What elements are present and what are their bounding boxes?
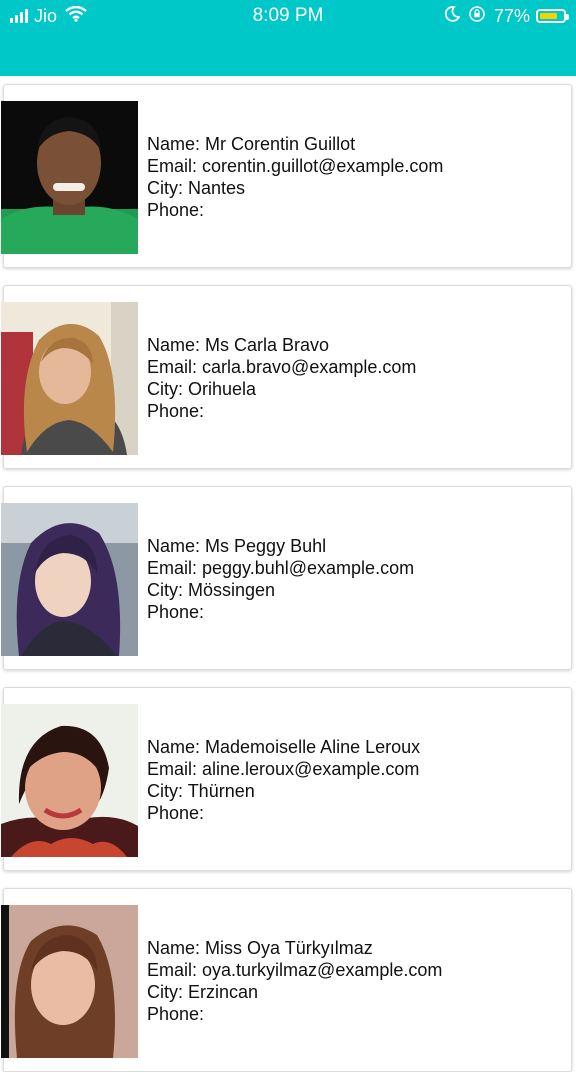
email-label: Email:	[147, 759, 203, 779]
status-bar: Jio 8:09 PM 77%	[0, 0, 576, 76]
name-label: Name:	[147, 938, 206, 958]
contact-card[interactable]: Name: Ms Peggy Buhl Email: peggy.buhl@ex…	[1, 486, 572, 670]
phone-label: Phone:	[147, 401, 205, 421]
contact-name: Mr Corentin Guillot	[205, 134, 356, 154]
phone-line: Phone:	[147, 199, 443, 221]
name-label: Name:	[147, 134, 206, 154]
phone-label: Phone:	[147, 602, 205, 622]
name-label: Name:	[147, 536, 206, 556]
city-label: City:	[147, 781, 188, 801]
contact-email: peggy.buhl@example.com	[202, 558, 415, 578]
avatar	[1, 503, 138, 656]
contact-city: Mössingen	[188, 580, 276, 600]
name-label: Name:	[147, 335, 206, 355]
phone-line: Phone:	[147, 802, 420, 824]
contact-email: oya.turkyilmaz@example.com	[202, 960, 443, 980]
contact-email: corentin.guillot@example.com	[202, 156, 444, 176]
moon-icon	[444, 5, 461, 27]
email-line: Email: aline.leroux@example.com	[147, 758, 420, 780]
contact-card[interactable]: Name: Mr Corentin Guillot Email: corenti…	[1, 84, 572, 268]
battery-fill	[540, 13, 557, 19]
email-line: Email: peggy.buhl@example.com	[147, 557, 414, 579]
email-label: Email:	[147, 156, 203, 176]
phone-label: Phone:	[147, 200, 205, 220]
email-line: Email: oya.turkyilmaz@example.com	[147, 959, 442, 981]
name-label: Name:	[147, 737, 206, 757]
avatar	[1, 704, 138, 857]
email-label: Email:	[147, 960, 203, 980]
city-label: City:	[147, 178, 189, 198]
phone-line: Phone:	[147, 1003, 442, 1025]
contact-name: Ms Carla Bravo	[205, 335, 330, 355]
email-label: Email:	[147, 357, 203, 377]
contact-name: Miss Oya Türkyılmaz	[205, 938, 373, 958]
name-line: Name: Miss Oya Türkyılmaz	[147, 937, 442, 959]
contact-card[interactable]: Name: Miss Oya Türkyılmaz Email: oya.tur…	[1, 888, 572, 1072]
contact-card[interactable]: Name: Mademoiselle Aline Leroux Email: a…	[1, 687, 572, 871]
city-line: City: Nantes	[147, 177, 443, 199]
contact-email: aline.leroux@example.com	[202, 759, 420, 779]
phone-label: Phone:	[147, 803, 205, 823]
contact-city: Erzincan	[188, 982, 259, 1002]
contact-city: Nantes	[188, 178, 246, 198]
contact-city: Thürnen	[187, 781, 255, 801]
avatar	[1, 101, 138, 254]
contact-card[interactable]: Name: Ms Carla Bravo Email: carla.bravo@…	[1, 285, 572, 469]
phone-line: Phone:	[147, 400, 416, 422]
city-label: City:	[147, 379, 189, 399]
city-line: City: Mössingen	[147, 579, 414, 601]
name-line: Name: Ms Peggy Buhl	[147, 535, 414, 557]
avatar	[1, 302, 138, 455]
contact-info: Name: Mademoiselle Aline Leroux Email: a…	[147, 736, 420, 824]
city-line: City: Erzincan	[147, 981, 442, 1003]
status-right: 77%	[444, 5, 569, 28]
battery-icon	[536, 9, 569, 23]
city-label: City:	[147, 982, 189, 1002]
email-line: Email: corentin.guillot@example.com	[147, 155, 443, 177]
phone-line: Phone:	[147, 601, 414, 623]
name-line: Name: Mademoiselle Aline Leroux	[147, 736, 420, 758]
contact-info: Name: Ms Peggy Buhl Email: peggy.buhl@ex…	[147, 535, 414, 623]
orientation-lock-icon	[468, 5, 486, 28]
contact-info: Name: Ms Carla Bravo Email: carla.bravo@…	[147, 334, 416, 422]
name-line: Name: Ms Carla Bravo	[147, 334, 416, 356]
contact-info: Name: Mr Corentin Guillot Email: corenti…	[147, 133, 443, 221]
city-label: City:	[147, 580, 189, 600]
email-label: Email:	[147, 558, 203, 578]
contact-name: Ms Peggy Buhl	[205, 536, 327, 556]
battery-percent: 77%	[493, 5, 530, 26]
name-line: Name: Mr Corentin Guillot	[147, 133, 443, 155]
contact-city: Orihuela	[188, 379, 257, 399]
phone-label: Phone:	[147, 1004, 205, 1024]
contact-info: Name: Miss Oya Türkyılmaz Email: oya.tur…	[147, 937, 442, 1025]
email-line: Email: carla.bravo@example.com	[147, 356, 416, 378]
contact-email: carla.bravo@example.com	[202, 357, 417, 377]
city-line: City: Thürnen	[147, 780, 420, 802]
avatar	[1, 905, 138, 1058]
contact-name: Mademoiselle Aline Leroux	[205, 737, 421, 757]
city-line: City: Orihuela	[147, 378, 416, 400]
